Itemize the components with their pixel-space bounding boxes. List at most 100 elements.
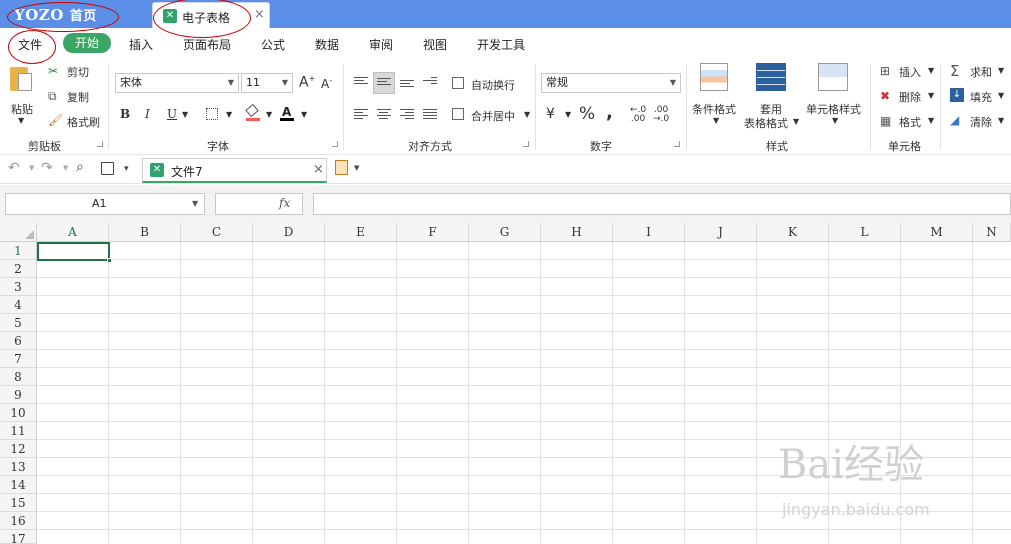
row-header[interactable]: 4 — [0, 296, 37, 314]
paste-button[interactable]: 粘贴 — [11, 101, 33, 117]
underline-button[interactable]: U — [167, 107, 177, 121]
cut-button[interactable]: 剪切 — [67, 64, 89, 80]
align-right-icon[interactable] — [400, 109, 414, 121]
format-cells-button[interactable]: 格式 — [899, 114, 921, 130]
fill-color-icon[interactable] — [245, 103, 260, 121]
column-header[interactable]: L — [829, 223, 901, 242]
row-header[interactable]: 17 — [0, 530, 37, 544]
merge-dropdown-icon[interactable]: ▼ — [524, 110, 530, 119]
tab-start[interactable]: 开始 — [63, 33, 111, 53]
row-header[interactable]: 15 — [0, 494, 37, 512]
cell-style-dropdown-icon[interactable]: ▼ — [832, 116, 838, 125]
insert-cells-dropdown-icon[interactable]: ▼ — [928, 66, 934, 75]
fill-color-dropdown-icon[interactable]: ▼ — [266, 110, 272, 119]
align-middle-button[interactable] — [373, 72, 395, 94]
decrease-decimal-icon[interactable]: .00 →.0 — [653, 106, 669, 124]
chevron-down-icon[interactable]: ▼ — [192, 199, 198, 208]
borders-dropdown-icon[interactable]: ▼ — [226, 110, 232, 119]
tab-dev-tools[interactable]: 开发工具 — [477, 36, 525, 53]
row-header[interactable]: 3 — [0, 278, 37, 296]
underline-dropdown-icon[interactable]: ▼ — [182, 110, 188, 119]
paste-dropdown-icon[interactable]: ▼ — [18, 116, 24, 125]
font-color-icon[interactable]: A — [280, 105, 294, 121]
delete-cells-button[interactable]: 删除 — [899, 89, 921, 105]
font-name-select[interactable]: 宋体 ▼ — [115, 73, 239, 93]
borders-icon[interactable] — [206, 108, 218, 120]
clear-button[interactable]: 清除 — [970, 114, 992, 130]
row-header[interactable]: 6 — [0, 332, 37, 350]
row-header[interactable]: 11 — [0, 422, 37, 440]
customize-qat-icon[interactable]: ▾ — [124, 164, 129, 174]
fill-handle[interactable] — [107, 258, 112, 263]
tab-formulas[interactable]: 公式 — [261, 36, 285, 53]
table-style-button[interactable]: 表格格式 — [744, 115, 788, 131]
sum-button[interactable]: 求和 — [970, 64, 992, 80]
undo-icon[interactable]: ↶ — [8, 160, 20, 176]
clipboard-dialog-launcher-icon[interactable] — [97, 141, 103, 147]
select-all-corner[interactable] — [0, 223, 37, 242]
new-tab-dropdown-icon[interactable]: ▼ — [354, 164, 359, 172]
tab-insert[interactable]: 插入 — [129, 36, 153, 53]
currency-dropdown-icon[interactable]: ▼ — [565, 110, 571, 119]
column-header[interactable]: C — [181, 223, 253, 242]
close-tab-icon[interactable]: × — [254, 7, 265, 22]
fx-box[interactable]: fx — [215, 193, 303, 215]
bold-button[interactable]: B — [120, 107, 130, 121]
tab-review[interactable]: 审阅 — [369, 36, 393, 53]
redo-dropdown-icon[interactable]: ▼ — [63, 164, 68, 172]
menu-file[interactable]: 文件 — [18, 36, 42, 53]
row-header[interactable]: 12 — [0, 440, 37, 458]
row-header[interactable]: 16 — [0, 512, 37, 530]
conditional-format-button[interactable]: 条件格式 — [692, 101, 736, 117]
column-header[interactable]: E — [325, 223, 397, 242]
column-header[interactable]: B — [109, 223, 181, 242]
name-box[interactable]: A1 ▼ — [5, 193, 205, 215]
row-header[interactable]: 7 — [0, 350, 37, 368]
worksheet-grid[interactable] — [0, 223, 1011, 544]
sum-dropdown-icon[interactable]: ▼ — [998, 66, 1004, 75]
wrap-text-button[interactable]: 自动换行 — [471, 77, 515, 93]
column-header[interactable]: F — [397, 223, 469, 242]
fill-dropdown-icon[interactable]: ▼ — [998, 91, 1004, 100]
row-header[interactable]: 2 — [0, 260, 37, 278]
align-center-icon[interactable] — [377, 109, 391, 121]
font-color-dropdown-icon[interactable]: ▼ — [301, 110, 307, 119]
align-top-icon[interactable] — [354, 77, 368, 89]
row-header[interactable]: 14 — [0, 476, 37, 494]
italic-button[interactable]: I — [145, 107, 150, 121]
font-size-select[interactable]: 11 ▼ — [241, 73, 293, 93]
row-header[interactable]: 8 — [0, 368, 37, 386]
print-preview-icon[interactable]: ⌕ — [76, 159, 84, 175]
column-header[interactable]: M — [901, 223, 973, 242]
copy-button[interactable]: 复制 — [67, 89, 89, 105]
column-header[interactable]: D — [253, 223, 325, 242]
align-bottom-icon[interactable] — [400, 80, 414, 92]
row-header[interactable]: 10 — [0, 404, 37, 422]
insert-cells-button[interactable]: 插入 — [899, 64, 921, 80]
redo-icon[interactable]: ↷ — [41, 160, 53, 176]
tab-page-layout[interactable]: 页面布局 — [183, 36, 231, 53]
save-icon[interactable] — [101, 162, 114, 175]
column-header[interactable]: G — [469, 223, 541, 242]
number-format-select[interactable]: 常规 ▼ — [541, 73, 681, 93]
column-header[interactable]: J — [685, 223, 757, 242]
column-header[interactable]: K — [757, 223, 829, 242]
document-tab[interactable]: ✕ 电子表格 × — [152, 2, 270, 28]
comma-button[interactable]: , — [606, 102, 613, 123]
tab-data[interactable]: 数据 — [315, 36, 339, 53]
fill-button[interactable]: 填充 — [970, 89, 992, 105]
undo-dropdown-icon[interactable]: ▼ — [29, 164, 34, 172]
clear-dropdown-icon[interactable]: ▼ — [998, 116, 1004, 125]
align-left-icon[interactable] — [354, 109, 368, 121]
shrink-font-icon[interactable]: A- — [321, 76, 332, 91]
column-header[interactable]: A — [37, 223, 109, 242]
column-header[interactable]: I — [613, 223, 685, 242]
file-tab[interactable]: ✕ 文件7 × — [142, 158, 327, 183]
row-header[interactable]: 9 — [0, 386, 37, 404]
row-header[interactable]: 13 — [0, 458, 37, 476]
currency-button[interactable]: ¥ — [546, 106, 555, 122]
insert-function-icon[interactable]: fx — [279, 196, 290, 210]
alignment-dialog-launcher-icon[interactable] — [523, 141, 529, 147]
percent-button[interactable]: % — [579, 104, 595, 124]
row-header[interactable]: 1 — [0, 242, 37, 260]
